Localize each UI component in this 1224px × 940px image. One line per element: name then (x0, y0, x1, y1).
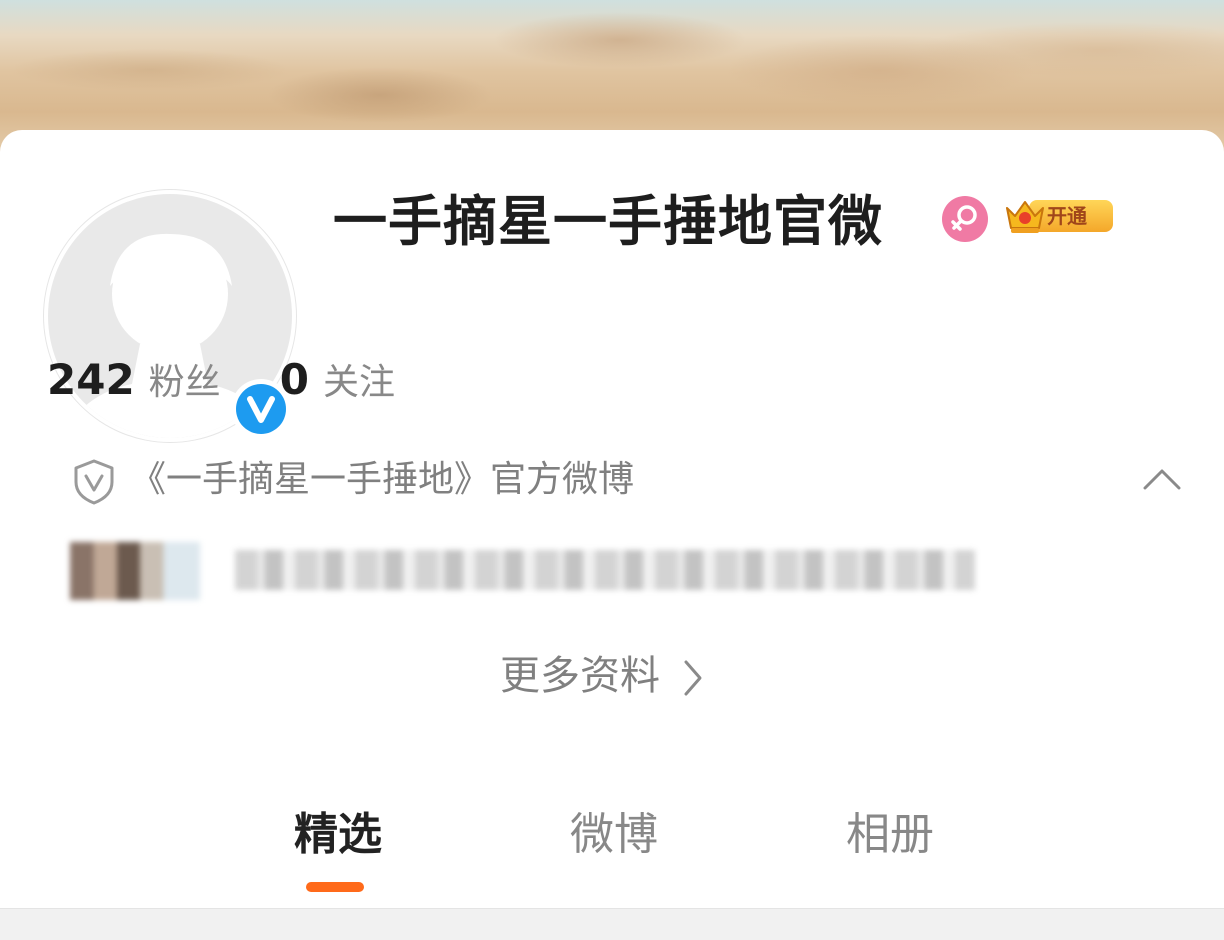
followers-count: 242 (47, 355, 135, 404)
vip-open-button[interactable]: 开通 (1003, 194, 1115, 240)
blurred-image (70, 542, 200, 600)
followers-label: 粉丝 (148, 362, 221, 403)
female-icon (942, 196, 988, 242)
blurred-text (235, 550, 975, 590)
active-tab-indicator (306, 882, 364, 892)
tab-featured[interactable]: 精选 (294, 800, 382, 870)
verified-intro-text: 《一手摘星一手捶地》官方微博 (130, 459, 635, 500)
more-info-link[interactable]: 更多资料 (500, 646, 704, 706)
tab-album[interactable]: 相册 (846, 800, 934, 870)
verified-intro-row[interactable]: 《一手摘星一手捶地》官方微博 (72, 452, 1182, 508)
chevron-right-icon (682, 655, 704, 696)
tab-weibo[interactable]: 微博 (570, 800, 658, 870)
blurred-content (55, 536, 1055, 606)
profile-name: 一手摘星一手捶地官微 (333, 190, 883, 253)
more-info-label: 更多资料 (500, 653, 660, 699)
following-label: 关注 (323, 362, 396, 403)
crown-icon (1003, 194, 1047, 238)
shield-v-icon (72, 458, 116, 506)
profile-card: 一手摘星一手捶地官微 开通 242 粉丝 0 关注 《一手摘星一手捶地》官方微博… (0, 130, 1224, 908)
vip-label: 开通 (1047, 204, 1087, 228)
section-divider (0, 908, 1224, 940)
profile-tabs: 精选 微博 相册 (0, 800, 1224, 900)
followers-stat[interactable]: 242 粉丝 (47, 355, 226, 404)
following-count: 0 (279, 355, 310, 404)
stats-row: 242 粉丝 0 关注 (47, 350, 395, 410)
following-stat[interactable]: 0 关注 (280, 355, 395, 404)
chevron-up-icon[interactable] (1142, 466, 1182, 492)
